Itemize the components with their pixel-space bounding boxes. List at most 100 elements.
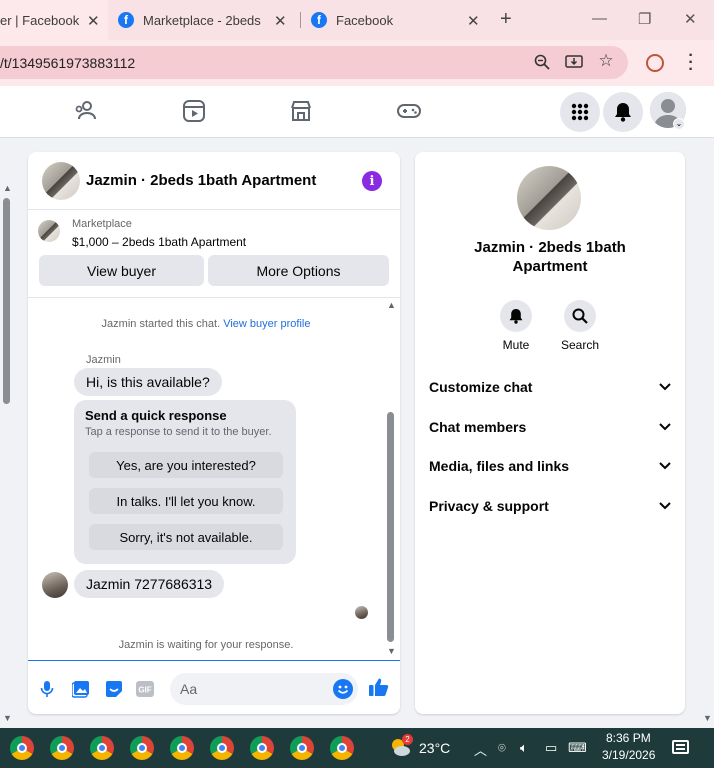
tab-label: er | Facebook: [0, 12, 80, 28]
friends-icon[interactable]: [74, 98, 100, 124]
zoom-icon[interactable]: [533, 53, 551, 71]
chat-members-row[interactable]: Chat members: [429, 415, 671, 439]
gaming-icon[interactable]: [396, 98, 422, 124]
tab-marketplace[interactable]: f Marketplace - 2beds 1 ✕: [118, 0, 298, 40]
search-label: Search: [560, 338, 600, 352]
new-tab-icon[interactable]: +: [500, 8, 512, 31]
scroll-up-arrow-icon[interactable]: ▲: [387, 300, 396, 310]
url-text: /t/1349561973883112: [0, 55, 136, 71]
section-label: Media, files and links: [429, 458, 570, 474]
microphone-icon[interactable]: [37, 679, 57, 699]
emoji-icon[interactable]: [333, 679, 353, 699]
notifications-button[interactable]: [603, 92, 643, 132]
keyboard-icon[interactable]: ⌨: [568, 740, 587, 756]
chrome-app-icon[interactable]: [330, 736, 354, 760]
privacy-support-row[interactable]: Privacy & support: [429, 494, 671, 518]
tab-facebook[interactable]: f Facebook ✕: [311, 0, 491, 40]
scrollbar-thumb[interactable]: [3, 198, 10, 404]
chevron-down-icon: [659, 462, 671, 470]
view-buyer-profile-link[interactable]: View buyer profile: [223, 318, 310, 330]
scroll-up-arrow-icon[interactable]: ▲: [3, 183, 12, 193]
marketplace-listing-block: Marketplace $1,000 – 2beds 1bath Apartme…: [28, 210, 400, 298]
marketplace-icon[interactable]: [288, 98, 314, 124]
chevron-down-icon: [659, 502, 671, 510]
chat-started-notice: Jazmin started this chat. View buyer pro…: [28, 318, 384, 330]
view-buyer-button[interactable]: View buyer: [39, 255, 204, 286]
chat-window: Jazmin · 2beds 1bath Apartment i Marketp…: [28, 152, 400, 714]
chrome-app-icon[interactable]: [290, 736, 314, 760]
chat-title[interactable]: Jazmin · 2beds 1bath Apartment: [86, 172, 316, 189]
minimize-icon[interactable]: —: [592, 10, 607, 27]
quick-response-card: Send a quick response Tap a response to …: [74, 400, 296, 564]
tab-divider: [300, 12, 301, 28]
notifications-icon[interactable]: [672, 740, 689, 754]
sender-name: Jazmin: [86, 354, 121, 366]
profile-icon[interactable]: [646, 54, 664, 72]
search-button[interactable]: Search: [550, 300, 610, 352]
message-bubble[interactable]: Jazmin 7277686313: [74, 570, 225, 598]
bookmark-star-icon[interactable]: ☆: [597, 51, 615, 70]
omnibox[interactable]: /t/1349561973883112 ☆: [0, 46, 628, 79]
network-icon[interactable]: ▭: [545, 740, 557, 756]
clock-date[interactable]: 3/19/2026: [602, 748, 655, 762]
watch-video-icon[interactable]: [181, 98, 207, 124]
marketplace-label: Marketplace: [72, 218, 132, 230]
mute-button[interactable]: Mute: [486, 300, 546, 352]
message-input[interactable]: [170, 673, 358, 705]
right-scroll-down-arrow-icon[interactable]: ▼: [703, 713, 712, 723]
section-label: Chat members: [429, 419, 527, 435]
menu-grid-button[interactable]: [560, 92, 600, 132]
scroll-down-arrow-icon[interactable]: ▼: [387, 646, 396, 656]
close-tab-icon[interactable]: ✕: [467, 12, 485, 30]
more-options-button[interactable]: More Options: [208, 255, 389, 286]
message-text-field[interactable]: [180, 679, 320, 699]
thumbs-up-icon[interactable]: [369, 677, 389, 697]
chat-info-panel: Jazmin · 2beds 1bath Apartment Mute Sear…: [415, 152, 685, 714]
chrome-app-icon[interactable]: [250, 736, 274, 760]
close-tab-icon[interactable]: ✕: [87, 12, 102, 30]
chrome-app-icon[interactable]: [50, 736, 74, 760]
weather-badge: 2: [402, 734, 413, 745]
quick-response-option[interactable]: Yes, are you interested?: [89, 452, 283, 478]
chat-listing-photo[interactable]: [42, 162, 80, 200]
chrome-app-icon[interactable]: [90, 736, 114, 760]
chrome-app-icon[interactable]: [130, 736, 154, 760]
quick-response-option[interactable]: In talks. I'll let you know.: [89, 488, 283, 514]
scrollbar-thumb[interactable]: [387, 412, 394, 642]
show-hidden-icons-icon[interactable]: ︿: [474, 740, 487, 759]
sticker-icon[interactable]: [104, 679, 124, 699]
close-window-icon[interactable]: ✕: [684, 10, 697, 28]
restore-icon[interactable]: ❐: [638, 10, 651, 28]
facebook-favicon-icon: f: [118, 12, 134, 28]
chevron-down-icon: ⌄: [673, 118, 685, 130]
waiting-notice: Jazmin is waiting for your response.: [118, 639, 294, 651]
quick-response-option[interactable]: Sorry, it's not available.: [89, 524, 283, 550]
chrome-app-icon[interactable]: [170, 736, 194, 760]
conversation-photo[interactable]: [517, 166, 581, 230]
temperature[interactable]: 23°C: [419, 740, 450, 756]
browser-menu-icon[interactable]: · · ·: [684, 48, 698, 78]
chat-scrollbar[interactable]: ▲ ▼: [384, 298, 398, 660]
install-app-icon[interactable]: [565, 53, 583, 71]
listing-thumbnail[interactable]: [38, 220, 60, 242]
scroll-down-arrow-icon[interactable]: ▼: [3, 713, 12, 723]
customize-chat-row[interactable]: Customize chat: [429, 375, 671, 399]
volume-icon[interactable]: 🔈︎: [520, 740, 528, 756]
chrome-app-icon[interactable]: [210, 736, 234, 760]
chrome-app-icon[interactable]: [10, 736, 34, 760]
close-tab-icon[interactable]: ✕: [274, 12, 292, 30]
tab-messenger[interactable]: er | Facebook ✕: [0, 0, 108, 40]
sender-avatar[interactable]: [42, 572, 68, 598]
listing-price-title[interactable]: $1,000 – 2beds 1bath Apartment: [72, 235, 246, 249]
message-bubble[interactable]: Hi, is this available?: [74, 368, 222, 396]
webcam-icon[interactable]: ⌾: [498, 740, 506, 756]
seen-receipt-avatar: [355, 606, 368, 619]
message-composer: GIF: [28, 660, 400, 714]
gif-icon[interactable]: GIF: [135, 679, 155, 699]
weather-icon[interactable]: 2: [389, 734, 413, 758]
clock-time[interactable]: 8:36 PM: [606, 731, 651, 745]
info-icon[interactable]: i: [362, 171, 382, 191]
page-scrollbar[interactable]: ▲ ▼: [0, 180, 12, 725]
photo-icon[interactable]: [71, 679, 91, 699]
media-files-links-row[interactable]: Media, files and links: [429, 454, 671, 478]
